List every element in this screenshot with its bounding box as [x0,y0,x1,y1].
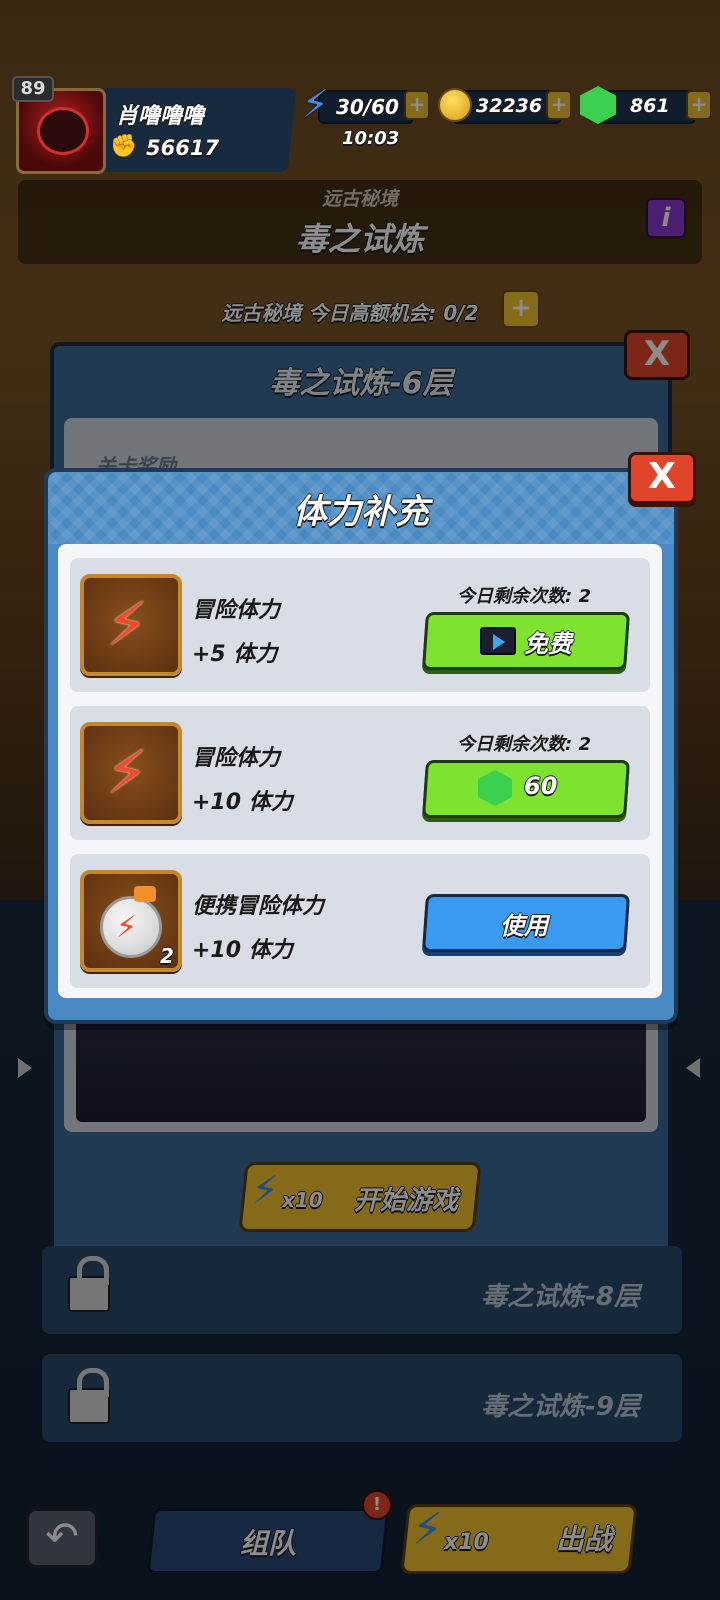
item-count: 2 [160,944,174,968]
stamina-potion-icon: ⚡ 2 [80,870,182,972]
player-name: 肖噜噜噜 [116,104,205,129]
option-name: 冒险体力 [192,746,281,771]
use-button-label: 使用 [500,912,548,940]
stamina-timer: 10:03 [342,128,400,149]
option-name: 冒险体力 [192,598,281,623]
power-value: 56617 [146,136,220,160]
dialog-title: 体力补充 [293,492,429,532]
dialog-close-button[interactable]: X [628,452,696,504]
option-amount: +10 体力 [192,790,293,815]
option-amount: +5 体力 [192,642,278,667]
video-icon [480,627,516,655]
remaining-count: 今日剩余次数: 2 [457,734,591,755]
option-amount: +10 体力 [192,938,293,963]
stamina-value: 30/60 [336,95,399,119]
avatar-face [37,107,89,155]
power-icon: ✊ [110,134,138,159]
option-name: 便携冒险体力 [192,894,325,919]
coin-icon [438,88,472,122]
lightning-icon: ⚡ [80,722,182,824]
free-button-label: 免费 [524,630,572,658]
gem-value: 861 [630,95,670,117]
remaining-count: 今日剩余次数: 2 [457,586,591,607]
coin-value: 32236 [476,95,543,117]
gem-price-label: 60 [524,772,558,800]
lightning-icon: ⚡ [80,574,182,676]
level-badge: 89 [12,76,54,102]
stamina-bolt-icon: ⚡ [302,82,329,126]
